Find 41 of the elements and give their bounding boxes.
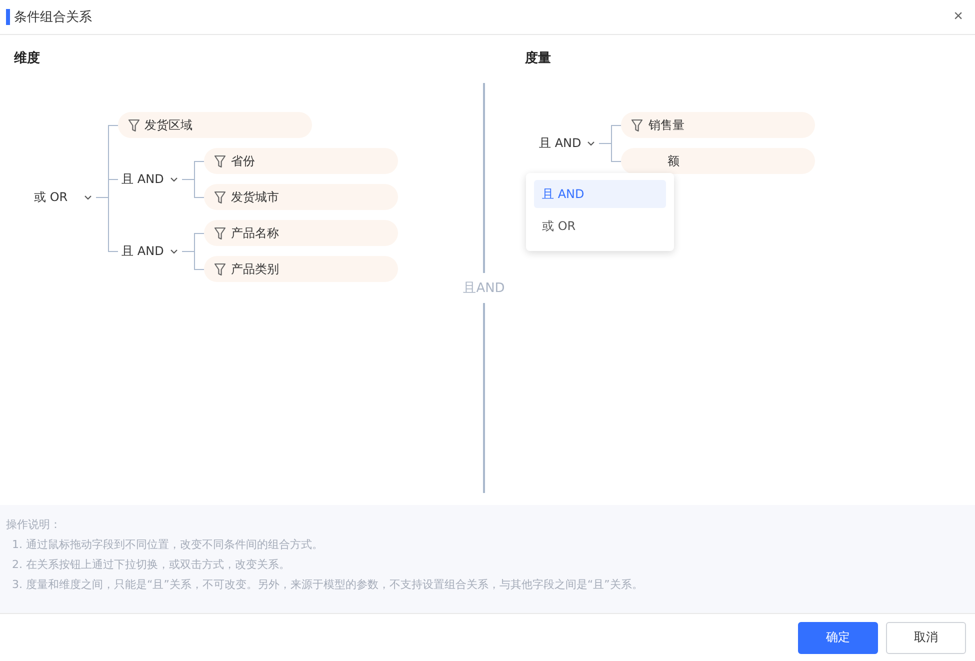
relation-dropdown[interactable]: 且 AND bbox=[535, 134, 600, 152]
note-text: 1. 通过鼠标拖动字段到不同位置，改变不同条件间的组合方式。 bbox=[11, 537, 324, 552]
note-text: 2. 在关系按钮上通过下拉切换，或双击方式，改变关系。 bbox=[11, 557, 291, 572]
notes-title: 操作说明： bbox=[6, 517, 62, 532]
filter-icon bbox=[214, 226, 226, 240]
field-chip[interactable]: 产品类别 bbox=[204, 256, 398, 282]
field-label: 额 bbox=[667, 152, 680, 170]
field-label: 产品类别 bbox=[230, 260, 279, 278]
filter-icon bbox=[128, 118, 140, 132]
field-label: 产品名称 bbox=[230, 224, 279, 242]
close-button[interactable]: × bbox=[954, 8, 963, 26]
field-chip[interactable]: 发货区域 bbox=[118, 112, 312, 138]
relation-dropdown[interactable]: 且 AND bbox=[118, 242, 182, 260]
field-chip[interactable]: 产品名称 bbox=[204, 220, 398, 246]
filter-icon bbox=[631, 118, 644, 132]
menu-item[interactable]: 或 OR bbox=[534, 212, 666, 240]
section-title: 维度 bbox=[14, 50, 41, 67]
field-chip[interactable]: 省份 bbox=[204, 148, 398, 174]
chevron-down-icon bbox=[587, 140, 596, 146]
filter-icon bbox=[214, 190, 226, 204]
section-title: 度量 bbox=[525, 50, 552, 67]
confirm-button[interactable]: 确定 bbox=[798, 622, 878, 654]
field-chip[interactable]: 销售量 bbox=[621, 112, 816, 138]
chevron-down-icon bbox=[84, 194, 92, 200]
field-chip[interactable]: 发货城市 bbox=[204, 184, 398, 210]
filter-icon bbox=[214, 154, 226, 168]
cancel-button[interactable]: 取消 bbox=[886, 622, 966, 654]
relation-dropdown[interactable]: 且 AND bbox=[118, 170, 182, 188]
filter-icon bbox=[214, 262, 226, 276]
field-label: 省份 bbox=[230, 152, 255, 170]
chevron-down-icon bbox=[170, 176, 178, 182]
menu-item[interactable]: 且 AND bbox=[534, 180, 666, 208]
relation-dropdown[interactable]: 或 OR bbox=[30, 188, 96, 206]
dialog-title: 条件组合关系 bbox=[14, 9, 93, 26]
field-label: 发货区域 bbox=[144, 116, 193, 134]
field-chip[interactable]: 额 bbox=[621, 148, 816, 174]
field-label: 发货城市 bbox=[230, 188, 279, 206]
note-text: 3. 度量和维度之间，只能是“且”关系，不可改变。另外，来源于模型的参数，不支持设置组合关系，与其他字段之间是“且”关系。 bbox=[11, 577, 644, 592]
field-label: 销售量 bbox=[648, 116, 684, 134]
relation-label: 且AND bbox=[463, 280, 505, 298]
chevron-down-icon bbox=[170, 248, 178, 254]
